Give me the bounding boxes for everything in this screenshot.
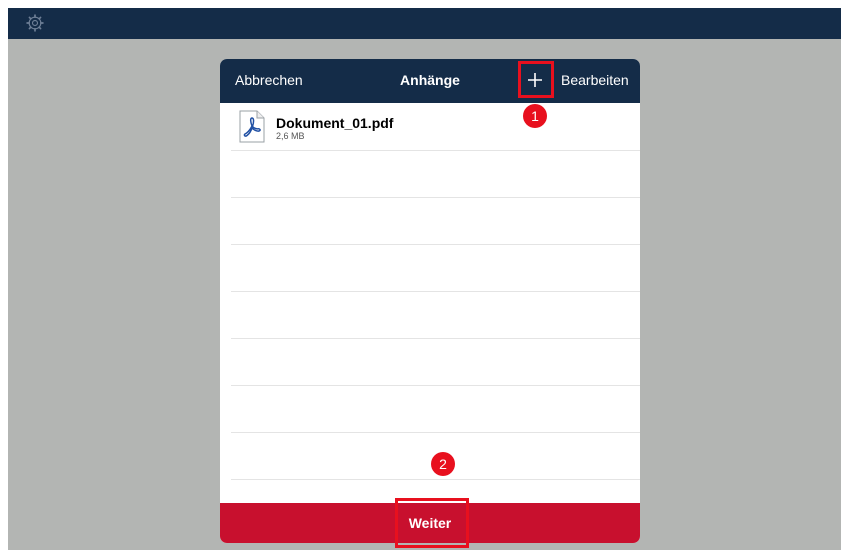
step-badge-2: 2 <box>431 452 455 476</box>
modal-header: Abbrechen Anhänge Bearbeiten <box>220 59 640 103</box>
empty-list-row <box>231 244 640 292</box>
cancel-button[interactable]: Abbrechen <box>235 72 303 88</box>
attachments-modal: Abbrechen Anhänge Bearbeiten Dokument_01… <box>220 59 640 543</box>
pdf-icon <box>239 110 265 143</box>
highlight-continue-button <box>395 498 469 548</box>
empty-list-row <box>231 338 640 386</box>
gear-icon[interactable] <box>25 13 45 33</box>
highlight-add-button <box>518 61 554 98</box>
app-top-bar <box>8 8 841 39</box>
empty-list-row <box>231 197 640 245</box>
list-item[interactable]: Dokument_01.pdf 2,6 MB <box>231 103 640 151</box>
step-badge-1: 1 <box>523 104 547 128</box>
empty-list-row <box>231 150 640 198</box>
edit-button[interactable]: Bearbeiten <box>561 72 629 88</box>
empty-list-row <box>231 291 640 339</box>
file-name: Dokument_01.pdf <box>276 115 394 131</box>
attachment-list: Dokument_01.pdf 2,6 MB <box>220 103 640 503</box>
empty-list-row <box>231 385 640 433</box>
file-size: 2,6 MB <box>276 131 305 141</box>
